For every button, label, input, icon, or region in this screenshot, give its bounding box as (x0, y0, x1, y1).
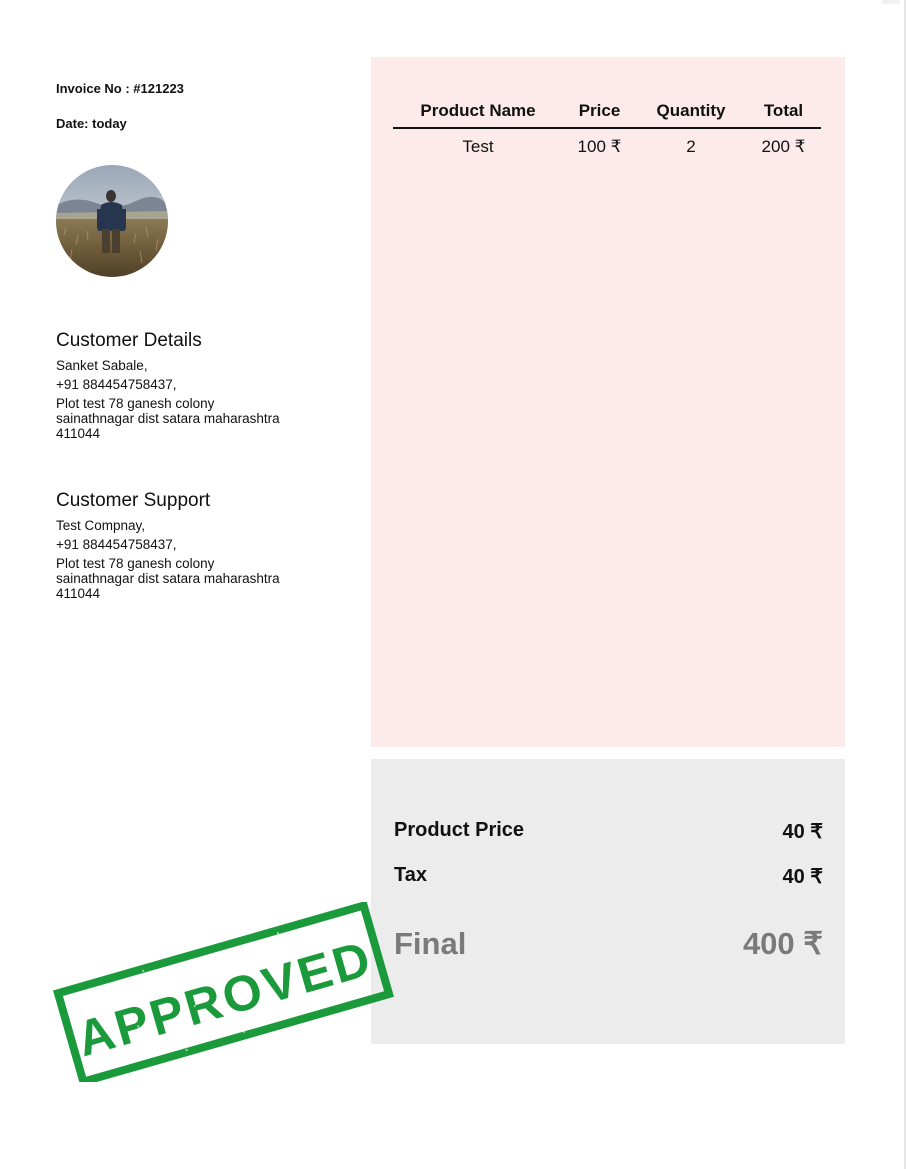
product-price-label: Product Price (394, 819, 525, 841)
cell-product-name: Test (462, 137, 494, 156)
customer-support-title: Customer Support (56, 490, 211, 511)
customer-address-line1: Plot test 78 ganesh colony (56, 396, 215, 411)
page-edge-top (882, 0, 900, 4)
approved-stamp-graphic: APPROVED (53, 900, 394, 1087)
invoice-date: Date: today (56, 116, 127, 131)
customer-name: Sanket Sabale, (56, 358, 148, 373)
support-company-name: Test Compnay, (56, 518, 146, 533)
tax-value: 40 ₹ (782, 866, 823, 888)
invoice-page: Invoice No : #121223 Date: today Custome… (0, 0, 906, 1169)
approved-stamp: APPROVED (42, 900, 402, 1087)
products-header-row: Product Name Price Quantity Total (393, 97, 821, 129)
customer-address-line2: sainathnagar dist satara maharashtra (56, 411, 280, 426)
avatar (56, 165, 168, 277)
support-pincode: 411044 (56, 586, 101, 601)
customer-details-title: Customer Details (56, 330, 202, 351)
support-phone: +91 884454758437, (56, 537, 177, 552)
product-price-value: 40 ₹ (782, 821, 823, 843)
customer-support-details: Test Compnay, +91 884454758437, Plot tes… (56, 518, 326, 601)
header-quantity: Quantity (636, 97, 746, 129)
cell-quantity: 2 (686, 137, 696, 156)
products-table: Product Name Price Quantity Total Test 1… (393, 97, 821, 157)
customer-pincode: 411044 (56, 426, 101, 441)
tax-label: Tax (394, 864, 427, 886)
summary-panel: Product Price 40 ₹ Tax 40 ₹ Final 400 ₹ (371, 759, 845, 1044)
customer-details: Sanket Sabale, +91 884454758437, Plot te… (56, 358, 326, 441)
support-address-line2: sainathnagar dist satara maharashtra (56, 571, 280, 586)
customer-phone: +91 884454758437, (56, 377, 177, 392)
cell-total: 200 ₹ (761, 137, 806, 156)
header-product-name: Product Name (393, 97, 563, 129)
table-row: Test 100 ₹ 2 200 ₹ (393, 128, 821, 157)
header-total: Total (746, 97, 821, 129)
invoice-number: Invoice No : #121223 (56, 81, 184, 96)
avatar-photo (56, 165, 168, 277)
header-price: Price (563, 97, 636, 129)
stamp-text: APPROVED (71, 930, 379, 1068)
final-label: Final (394, 926, 467, 961)
cell-price: 100 ₹ (577, 137, 622, 156)
products-panel: Product Name Price Quantity Total Test 1… (371, 57, 845, 747)
support-address-line1: Plot test 78 ganesh colony (56, 556, 215, 571)
final-value: 400 ₹ (742, 926, 823, 961)
